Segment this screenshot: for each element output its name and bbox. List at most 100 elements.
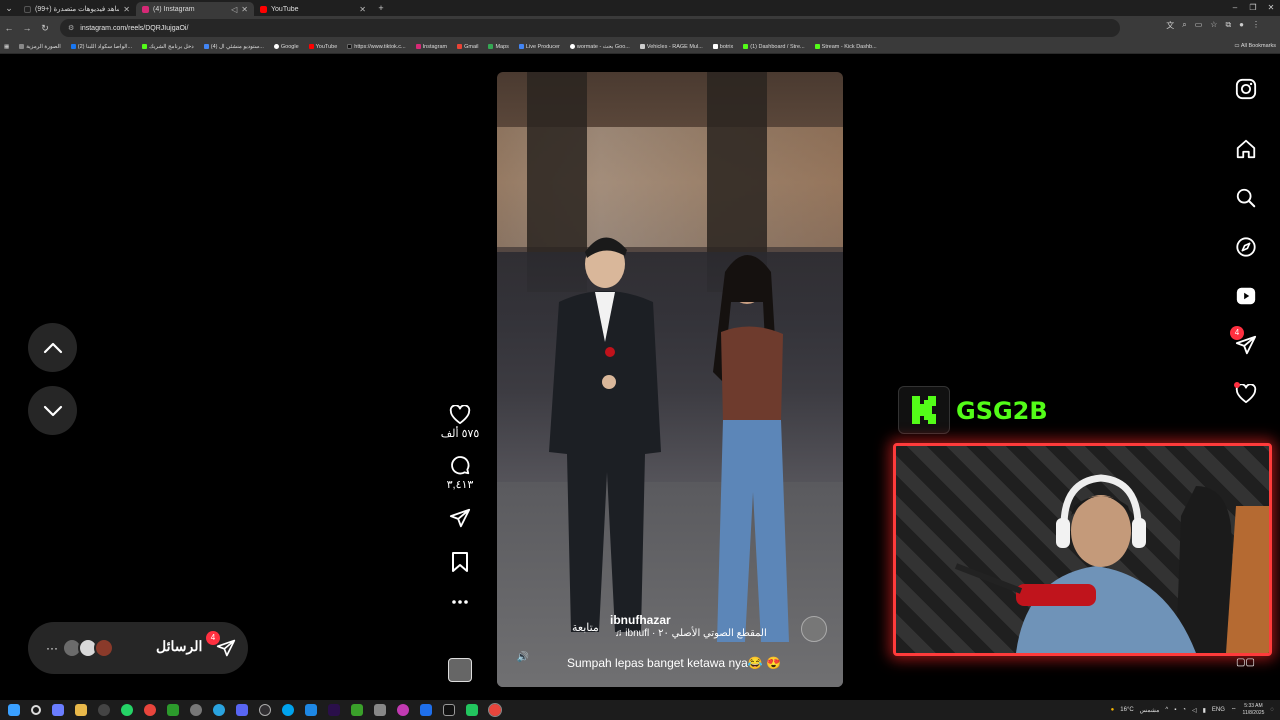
bookmark-star-icon[interactable]: ☆ bbox=[1210, 20, 1217, 31]
bookmark-item[interactable]: wormate - بحث Goo... bbox=[569, 44, 630, 50]
notifications-heart-icon[interactable] bbox=[1226, 379, 1266, 409]
close-window-icon[interactable]: ✕ bbox=[1262, 0, 1280, 16]
tray-overflow-icon[interactable]: ^ bbox=[1165, 707, 1168, 713]
search-icon[interactable] bbox=[1226, 183, 1266, 213]
reel-audio-label[interactable]: ♫ ibnufl · المقطع الصوتي الأصلي ٢٠ bbox=[615, 628, 767, 639]
bookmark-item[interactable]: YouTube bbox=[308, 44, 337, 50]
new-tab-button[interactable]: + bbox=[372, 3, 390, 13]
speaker-icon[interactable]: 🔊 bbox=[515, 652, 531, 668]
app-icon[interactable] bbox=[466, 704, 478, 716]
bookmark-item[interactable]: (1) Dashboard / Stre... bbox=[743, 44, 805, 50]
reel-username[interactable]: ibnufhazar bbox=[610, 613, 671, 627]
share-action[interactable] bbox=[449, 507, 471, 529]
all-bookmarks[interactable]: ▭ All Bookmarks bbox=[1234, 43, 1276, 49]
translate-icon[interactable]: 文 bbox=[1166, 20, 1174, 31]
bookmark-label: https://www.tiktok.c... bbox=[354, 43, 406, 50]
clock[interactable]: 5:33 AM 11/8/2025 bbox=[1243, 703, 1265, 717]
language-indicator[interactable]: ENG bbox=[1212, 707, 1225, 713]
tray-app-icon[interactable]: ▪ bbox=[1174, 707, 1176, 713]
restore-icon[interactable]: ❐ bbox=[1244, 0, 1262, 16]
bookmark-item[interactable]: Google bbox=[273, 44, 299, 50]
like-action[interactable]: ٥٧٥ ألف bbox=[441, 405, 479, 440]
close-tab-icon[interactable]: ✕ bbox=[241, 5, 248, 14]
bookmark-item[interactable]: https://www.tiktok.c... bbox=[347, 43, 406, 50]
expand-icon[interactable]: ▢▢ bbox=[1236, 657, 1255, 668]
network-icon[interactable]: ◔ bbox=[1182, 707, 1186, 713]
speaker-icon[interactable]: ◁ bbox=[231, 5, 237, 14]
home-icon[interactable] bbox=[1226, 134, 1266, 164]
back-icon[interactable]: ← bbox=[0, 23, 18, 33]
search-icon[interactable] bbox=[31, 705, 41, 715]
menu-icon[interactable]: ⋮ bbox=[1252, 20, 1260, 31]
messages-button[interactable]: ··· الرسائل 4 bbox=[28, 622, 248, 674]
tab-search-icon[interactable]: ⌄ bbox=[0, 3, 18, 14]
bookmark-item[interactable]: Live Producer bbox=[518, 44, 560, 50]
extensions-icon[interactable]: ⧉ bbox=[1225, 20, 1231, 31]
copilot-icon[interactable] bbox=[52, 704, 64, 716]
comment-action[interactable]: ٣,٤١٣ bbox=[447, 454, 473, 491]
chrome-icon[interactable] bbox=[488, 703, 502, 717]
tab-2[interactable]: YouTube ✕ bbox=[254, 2, 372, 16]
app-icon[interactable] bbox=[374, 704, 386, 716]
bookmark-item[interactable]: (2) الواصا سكواد اللبنا... bbox=[70, 44, 132, 50]
notifications-icon[interactable]: ◌ bbox=[1270, 707, 1274, 713]
whatsapp-icon[interactable] bbox=[121, 704, 133, 716]
app-icon[interactable] bbox=[420, 704, 432, 716]
chevron-down-icon bbox=[43, 405, 62, 416]
bookmark-item[interactable]: Instagram bbox=[415, 44, 447, 50]
apps-icon[interactable]: ▦ bbox=[4, 44, 9, 50]
tab-0[interactable]: (99+) شاهد فيديوهات متصدرة ✕ bbox=[18, 2, 136, 16]
minimize-icon[interactable]: – bbox=[1226, 0, 1244, 16]
skype-icon[interactable] bbox=[282, 704, 294, 716]
capcut-icon[interactable] bbox=[443, 704, 455, 716]
discord-icon[interactable] bbox=[236, 704, 248, 716]
app-icon[interactable] bbox=[190, 704, 202, 716]
chrome-icon[interactable] bbox=[144, 704, 156, 716]
app-icon[interactable] bbox=[351, 704, 363, 716]
creator-avatar[interactable] bbox=[801, 616, 827, 642]
obs-icon[interactable] bbox=[259, 704, 271, 716]
bookmark-item[interactable]: (4) ستوديو منشئي ال... bbox=[203, 44, 264, 50]
bookmark-item[interactable]: دخل برنامج الشريك bbox=[142, 44, 194, 50]
volume-icon[interactable]: ◁ bbox=[1192, 707, 1197, 714]
windows-start-icon[interactable] bbox=[8, 704, 20, 716]
next-reel-button[interactable] bbox=[28, 386, 77, 435]
site-info-icon[interactable]: ⚙ bbox=[68, 24, 74, 32]
profile-icon[interactable]: ● bbox=[1239, 20, 1244, 31]
follow-button[interactable]: متابعة bbox=[572, 621, 599, 634]
weather-icon[interactable]: ● bbox=[1111, 707, 1115, 713]
telegram-icon[interactable] bbox=[213, 704, 225, 716]
app-icon[interactable] bbox=[397, 704, 409, 716]
bookmark-item[interactable]: الصورة الرمزية bbox=[19, 44, 61, 50]
bookmark-item[interactable]: Stream - Kick Dashb... bbox=[814, 44, 877, 50]
direct-messages-icon[interactable]: 4 bbox=[1226, 326, 1266, 360]
reel-video[interactable]: ibnufhazar متابعة ♫ ibnufl · المقطع الصو… bbox=[497, 72, 843, 687]
bookmark-item[interactable]: Gmail bbox=[457, 44, 478, 50]
tab-1[interactable]: (4) Instagram ◁ ✕ bbox=[136, 2, 254, 16]
cast-icon[interactable]: ▭ bbox=[1195, 20, 1203, 31]
address-bar[interactable]: ⚙ instagram.com/reels/DQRJIujgaOi/ bbox=[60, 19, 1120, 37]
close-tab-icon[interactable]: ✕ bbox=[123, 5, 130, 14]
bookmark-item[interactable]: Vehicles - RAGE Mul... bbox=[639, 44, 703, 50]
bookmark-item[interactable]: Maps bbox=[488, 44, 509, 50]
save-action[interactable] bbox=[451, 551, 469, 573]
zoom-icon[interactable]: ⌕ bbox=[1182, 20, 1186, 31]
close-tab-icon[interactable]: ✕ bbox=[359, 5, 366, 14]
app-icon[interactable] bbox=[305, 704, 317, 716]
reels-icon[interactable] bbox=[1226, 281, 1266, 311]
more-options-button[interactable] bbox=[451, 599, 469, 605]
previous-reel-button[interactable] bbox=[28, 323, 77, 372]
forward-icon[interactable]: → bbox=[18, 23, 36, 33]
battery-icon[interactable]: ▮ bbox=[1203, 707, 1206, 714]
wifi-icon[interactable]: ⌔ bbox=[1231, 706, 1237, 714]
bookmark-item[interactable]: botrix bbox=[712, 44, 733, 50]
audio-thumbnail[interactable] bbox=[448, 658, 472, 682]
app-icon[interactable] bbox=[98, 704, 110, 716]
reload-icon[interactable]: ↻ bbox=[36, 23, 54, 34]
explore-icon[interactable] bbox=[1226, 232, 1266, 262]
file-explorer-icon[interactable] bbox=[75, 704, 87, 716]
premiere-icon[interactable] bbox=[328, 704, 340, 716]
xbox-icon[interactable] bbox=[167, 704, 179, 716]
tab-title: (99+) شاهد فيديوهات متصدرة bbox=[35, 6, 120, 13]
instagram-logo-icon[interactable] bbox=[1226, 74, 1266, 104]
